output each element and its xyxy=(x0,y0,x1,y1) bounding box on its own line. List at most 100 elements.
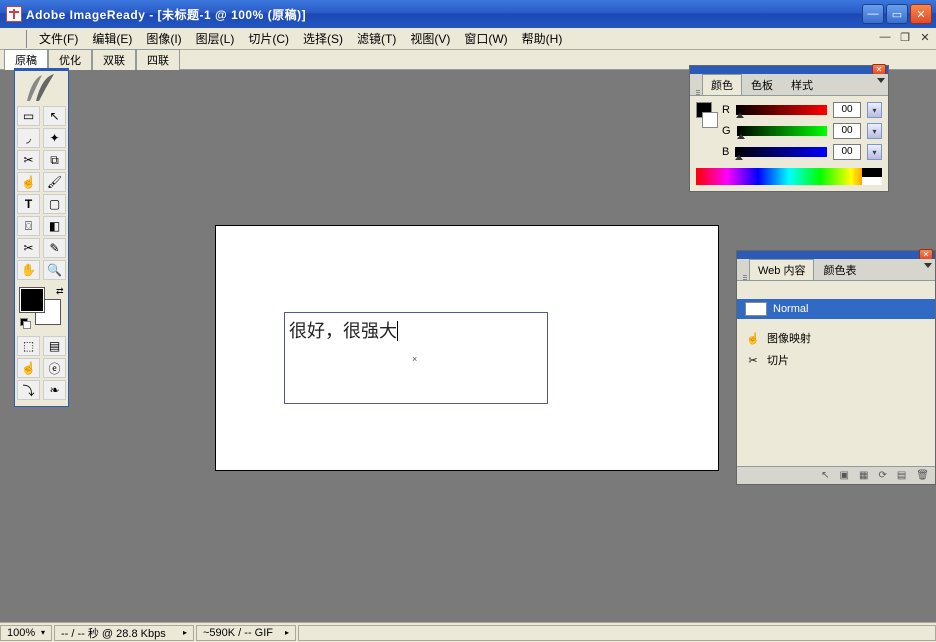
slice-tool[interactable]: ✂ xyxy=(17,150,40,170)
blue-channel-row: B 00 ▾ xyxy=(722,144,882,160)
viewtab-optimized[interactable]: 优化 xyxy=(48,49,92,70)
list-item-normal[interactable]: Normal xyxy=(737,299,935,319)
footer-ptr-icon[interactable]: ↖ xyxy=(821,470,829,481)
titlebar: Adobe ImageReady - [未标题-1 @ 100% (原稿)] —… xyxy=(0,0,936,28)
viewtab-original[interactable]: 原稿 xyxy=(4,49,48,70)
mdi-close[interactable]: ✕ xyxy=(918,30,932,44)
tab-color-table[interactable]: 颜色表 xyxy=(814,259,865,280)
app-icon xyxy=(6,6,22,22)
jump-tool[interactable]: ⤵ xyxy=(17,380,40,400)
g-label: G xyxy=(722,125,731,137)
eraser-tool[interactable]: ◧ xyxy=(43,216,66,236)
toolbox: ▭ ↖ ◞ ✦ ✂ ⧉ ☝ 🖌 T ▢ ⌼ ◧ ✂ ✎ ✋ 🔍 ⇄ ⬚ ▤ ☝ xyxy=(14,68,69,407)
shape-tool[interactable]: ▢ xyxy=(43,194,66,214)
tab-styles[interactable]: 样式 xyxy=(782,74,822,95)
maximize-button[interactable]: ▭ xyxy=(886,4,908,24)
panel-titlebar[interactable]: ✕ xyxy=(690,66,888,74)
lasso-tool[interactable]: ◞ xyxy=(17,128,40,148)
menu-help[interactable]: 帮助(H) xyxy=(516,28,569,49)
item-label: 图像映射 xyxy=(767,330,811,346)
b-value[interactable]: 00 xyxy=(833,144,861,160)
hand-icon: ☝ xyxy=(745,331,761,345)
footer-trash-icon[interactable]: 🗑 xyxy=(916,470,929,481)
list-item-slice[interactable]: ✂ 切片 xyxy=(737,349,935,371)
swap-colors-icon[interactable]: ⇄ xyxy=(56,286,64,297)
viewtab-4up[interactable]: 四联 xyxy=(136,49,180,70)
r-value[interactable]: 00 xyxy=(833,102,861,118)
workspace: ▭ ↖ ◞ ✦ ✂ ⧉ ☝ 🖌 T ▢ ⌼ ◧ ✂ ✎ ✋ 🔍 ⇄ ⬚ ▤ ☝ xyxy=(0,70,936,622)
footer-page-icon[interactable]: ▤ xyxy=(897,470,906,481)
footer-grid-icon[interactable]: ▦ xyxy=(859,470,868,481)
separator xyxy=(26,30,29,48)
paint-tool[interactable]: ✎ xyxy=(43,238,66,258)
screen-tool[interactable]: ▤ xyxy=(43,336,66,356)
quickmask-tool[interactable]: ⬚ xyxy=(17,336,40,356)
feather-tool[interactable]: ❧ xyxy=(43,380,66,400)
panel-titlebar[interactable]: ✕ xyxy=(737,251,935,259)
menu-edit[interactable]: 编辑(E) xyxy=(86,28,138,49)
zoom-level[interactable]: 100%▾ xyxy=(0,625,52,641)
list-item-imagemap[interactable]: ☝ 图像映射 xyxy=(737,327,935,349)
crop-tool[interactable]: ✂ xyxy=(17,238,40,258)
menu-layer[interactable]: 图层(L) xyxy=(190,28,241,49)
r-slider[interactable] xyxy=(736,105,827,115)
item-label: 切片 xyxy=(767,352,789,368)
b-dropdown[interactable]: ▾ xyxy=(867,144,882,160)
foreground-color[interactable] xyxy=(20,288,44,312)
panel-menu-icon[interactable] xyxy=(924,263,932,268)
menu-file[interactable]: 文件(F) xyxy=(33,28,84,49)
zoom-tool[interactable]: 🔍 xyxy=(43,260,66,280)
type-tool[interactable]: T xyxy=(17,194,40,214)
green-channel-row: G 00 ▾ xyxy=(722,123,882,139)
g-value[interactable]: 00 xyxy=(833,123,861,139)
menu-image[interactable]: 图像(I) xyxy=(140,28,187,49)
menu-filter[interactable]: 滤镜(T) xyxy=(351,28,402,49)
brush-tool[interactable]: 🖌 xyxy=(43,172,66,192)
b-slider[interactable] xyxy=(735,147,827,157)
thumb-icon xyxy=(745,302,767,316)
spectrum-picker[interactable] xyxy=(696,168,882,185)
mdi-minimize[interactable]: — xyxy=(878,30,892,44)
wand-tool[interactable]: ✦ xyxy=(43,128,66,148)
preview-hand-tool[interactable]: ☝ xyxy=(17,358,40,378)
tab-swatches[interactable]: 色板 xyxy=(742,74,782,95)
footer-new-icon[interactable]: ▣ xyxy=(840,470,849,481)
preview-browser-tool[interactable]: ⓔ xyxy=(43,358,66,378)
color-panel: ✕ 颜色 色板 样式 R 00 ▾ G xyxy=(689,65,889,192)
mdi-restore[interactable]: ❐ xyxy=(898,30,912,44)
menu-window[interactable]: 窗口(W) xyxy=(458,28,513,49)
menu-select[interactable]: 选择(S) xyxy=(297,28,349,49)
panel-footer: ↖ ▣ ▦ ⟳ ▤ 🗑 xyxy=(737,466,935,484)
status-size[interactable]: ~590K / -- GIF▸ xyxy=(196,625,296,641)
statusbar: 100%▾ -- / -- 秒 @ 28.8 Kbps▸ ~590K / -- … xyxy=(0,622,936,642)
marquee-tool[interactable]: ▭ xyxy=(17,106,40,126)
menu-slice[interactable]: 切片(C) xyxy=(242,28,295,49)
r-dropdown[interactable]: ▾ xyxy=(867,102,882,118)
viewtab-2up[interactable]: 双联 xyxy=(92,49,136,70)
move-tool[interactable]: ↖ xyxy=(43,106,66,126)
color-swatches: ⇄ xyxy=(18,286,66,322)
tab-web-content[interactable]: Web 内容 xyxy=(749,259,814,280)
g-slider[interactable] xyxy=(737,126,827,136)
canvas[interactable]: 很好，很强大 × xyxy=(215,225,719,471)
toolbox-logo xyxy=(18,71,66,104)
panel-menu-icon[interactable] xyxy=(877,78,885,83)
hand-tool[interactable]: ✋ xyxy=(17,260,40,280)
window-title: Adobe ImageReady - [未标题-1 @ 100% (原稿)] xyxy=(26,6,306,23)
default-colors-icon[interactable] xyxy=(20,318,30,328)
status-spacer xyxy=(298,625,936,641)
minimize-button[interactable]: — xyxy=(862,4,884,24)
window-controls: — ▭ ✕ xyxy=(862,4,932,24)
imagemap-tool[interactable]: ☝ xyxy=(17,172,40,192)
panel-color-swatch[interactable] xyxy=(696,102,716,132)
g-dropdown[interactable]: ▾ xyxy=(867,123,882,139)
footer-fx-icon[interactable]: ⟳ xyxy=(878,470,886,481)
close-button[interactable]: ✕ xyxy=(910,4,932,24)
status-timing[interactable]: -- / -- 秒 @ 28.8 Kbps▸ xyxy=(54,625,194,641)
tab-tool[interactable]: ⌼ xyxy=(17,216,40,236)
web-content-panel: ✕ Web 内容 颜色表 Normal ☝ 图像映射 ✂ 切片 ↖ xyxy=(736,250,936,485)
slice-select-tool[interactable]: ⧉ xyxy=(43,150,66,170)
tool-grid: ▭ ↖ ◞ ✦ ✂ ⧉ ☝ 🖌 T ▢ ⌼ ◧ ✂ ✎ ✋ 🔍 xyxy=(15,104,68,282)
tab-color[interactable]: 颜色 xyxy=(702,74,742,95)
menu-view[interactable]: 视图(V) xyxy=(404,28,456,49)
